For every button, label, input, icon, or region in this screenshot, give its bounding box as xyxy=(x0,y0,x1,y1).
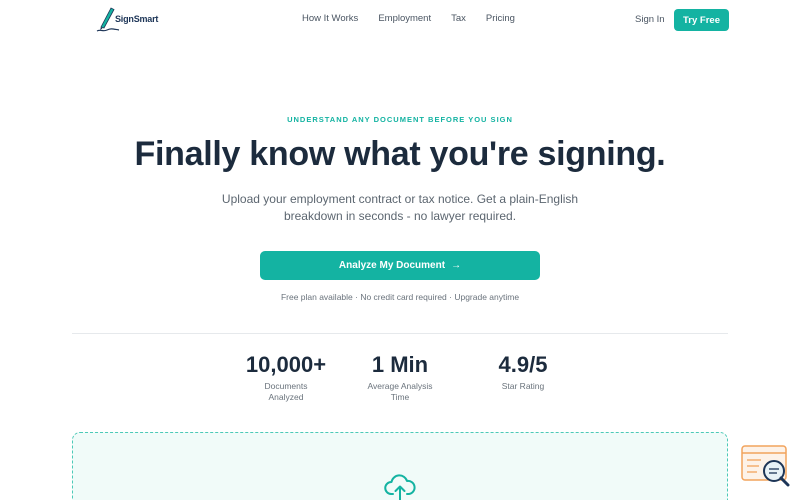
stat-label: Star Rating xyxy=(501,381,545,391)
analyze-button-label: Analyze My Document xyxy=(338,260,446,271)
nav-pricing[interactable]: Pricing xyxy=(486,13,515,24)
hero-fineprint: Free plan available · No credit card req… xyxy=(280,292,520,302)
arrow-right-icon: → xyxy=(451,260,462,271)
analyze-document-button[interactable]: Analyze My Document → xyxy=(260,251,540,280)
stat-label: Average Analysis Time xyxy=(367,381,433,402)
nav-how-it-works[interactable]: How It Works xyxy=(302,13,358,24)
cloud-upload-icon xyxy=(384,474,416,500)
hero-subhead: Upload your employment contract or tax n… xyxy=(221,192,579,223)
stat-value: 1 Min xyxy=(371,352,429,377)
stat-analysis-time: 1 Min Average Analysis Time xyxy=(355,352,445,403)
logo[interactable]: SignSmart xyxy=(93,5,163,35)
stat-label: Documents Analyzed xyxy=(264,381,308,402)
stat-value: 4.9/5 xyxy=(498,352,548,377)
section-divider xyxy=(72,333,728,334)
site-header: SignSmart How It Works Employment Tax Pr… xyxy=(0,0,800,40)
stat-documents: 10,000+ Documents Analyzed xyxy=(236,352,336,403)
nav-tax[interactable]: Tax xyxy=(451,13,466,24)
nav-employment[interactable]: Employment xyxy=(378,13,431,24)
document-search-icon[interactable] xyxy=(741,445,791,487)
try-free-button[interactable]: Try Free xyxy=(674,9,729,31)
stat-value: 10,000+ xyxy=(245,352,327,377)
main-nav: How It Works Employment Tax Pricing xyxy=(302,13,535,24)
stat-rating: 4.9/5 Star Rating xyxy=(478,352,568,392)
hero-headline: Finally know what you're signing. xyxy=(134,135,666,173)
hero-eyebrow: UNDERSTAND ANY DOCUMENT BEFORE YOU SIGN xyxy=(287,115,513,124)
sign-in-link[interactable]: Sign In xyxy=(635,14,665,25)
logo-text: SignSmart xyxy=(115,14,159,24)
